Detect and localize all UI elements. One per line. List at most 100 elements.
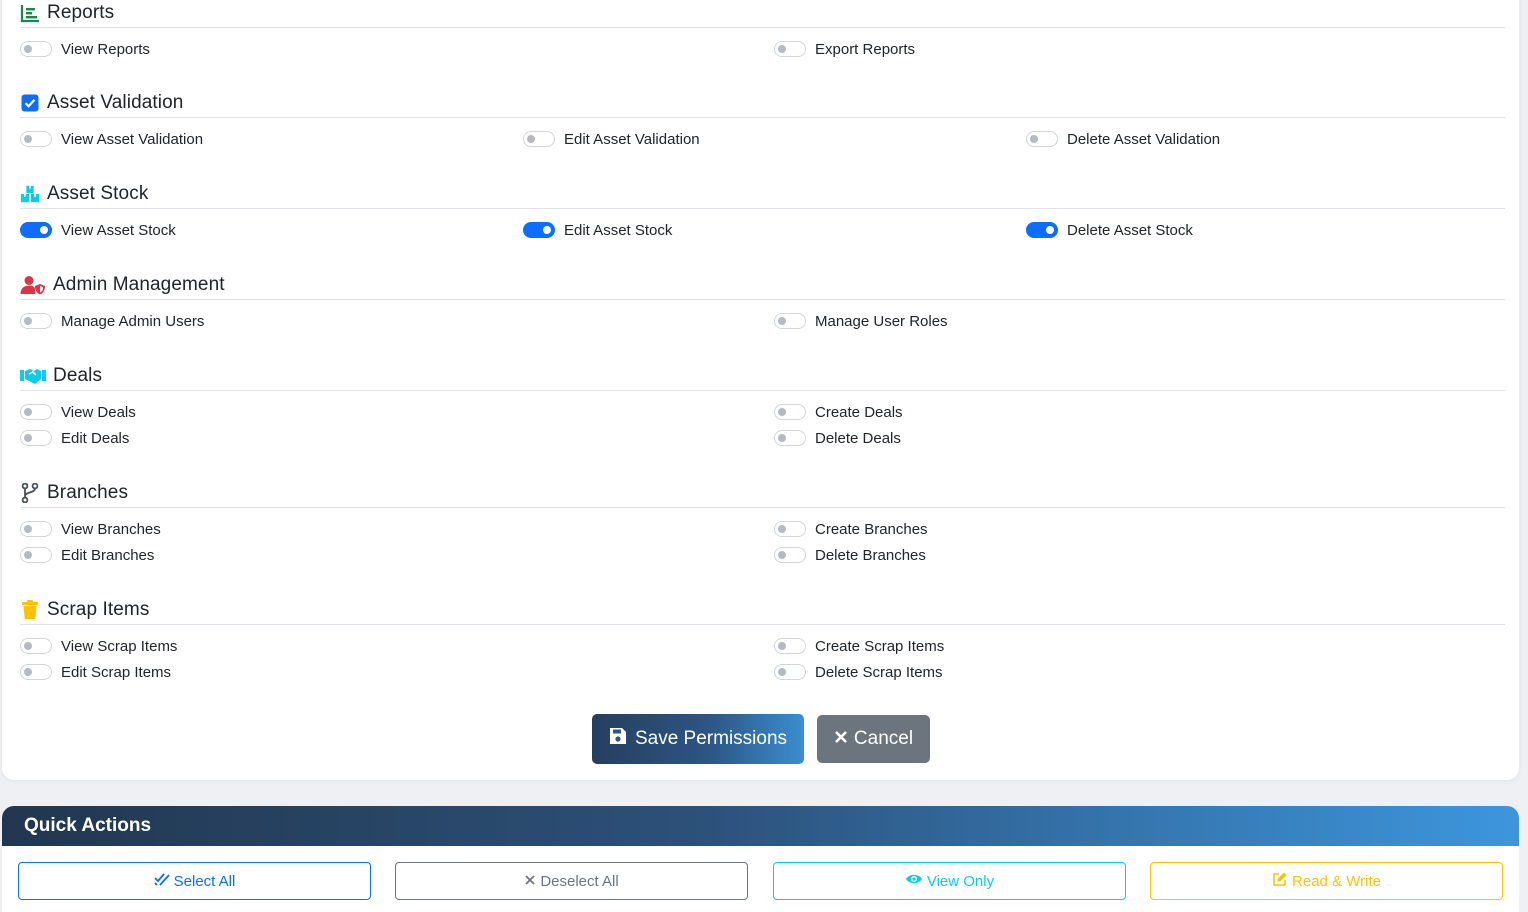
check-double-icon xyxy=(154,872,170,890)
toggle-switch[interactable] xyxy=(20,131,52,147)
cancel-button[interactable]: Cancel xyxy=(817,715,930,763)
toggle-delete-deals[interactable]: Delete Deals xyxy=(774,425,901,451)
permission-label: View Asset Validation xyxy=(61,130,204,148)
toggle-switch[interactable] xyxy=(1026,131,1058,147)
permission-label: Edit Asset Validation xyxy=(564,130,700,148)
permission-label: Delete Asset Validation xyxy=(1067,130,1221,148)
section-asset-stock: Asset Stock View Asset Stock Edit Asset … xyxy=(20,179,1505,243)
toggle-switch[interactable] xyxy=(774,547,806,563)
toggle-switch[interactable] xyxy=(774,430,806,446)
section-asset-validation: Asset Validation View Asset Validation E… xyxy=(20,88,1505,152)
deselect-all-button[interactable]: Deselect All xyxy=(395,862,748,900)
toggle-export-reports[interactable]: Export Reports xyxy=(774,36,915,62)
permission-label: Edit Asset Stock xyxy=(564,221,673,239)
toggle-switch[interactable] xyxy=(20,404,52,420)
toggle-edit-scrap-items[interactable]: Edit Scrap Items xyxy=(20,659,171,685)
toggle-create-deals[interactable]: Create Deals xyxy=(774,399,903,425)
toggle-view-asset-stock[interactable]: View Asset Stock xyxy=(20,217,176,243)
permission-label: Edit Branches xyxy=(61,546,155,564)
toggle-edit-asset-stock[interactable]: Edit Asset Stock xyxy=(523,217,672,243)
toggle-view-scrap-items[interactable]: View Scrap Items xyxy=(20,633,177,659)
view-only-button[interactable]: View Only xyxy=(773,862,1126,900)
section-title: Branches xyxy=(47,481,129,503)
permission-label: Create Branches xyxy=(815,520,928,538)
section-header: Reports xyxy=(20,0,1505,28)
toggle-view-reports[interactable]: View Reports xyxy=(20,36,150,62)
toggle-delete-asset-stock[interactable]: Delete Asset Stock xyxy=(1026,217,1193,243)
toggle-switch[interactable] xyxy=(774,664,806,680)
boxes-icon xyxy=(20,184,40,204)
toggle-view-deals[interactable]: View Deals xyxy=(20,399,136,425)
toggle-switch[interactable] xyxy=(20,222,52,238)
permission-label: Edit Scrap Items xyxy=(61,663,172,681)
toggle-switch[interactable] xyxy=(523,222,555,238)
read-write-button[interactable]: Read & Write xyxy=(1150,862,1503,900)
section-reports: Reports View Reports Export Reports xyxy=(20,0,1505,62)
toggle-switch[interactable] xyxy=(20,521,52,537)
permission-label: Create Deals xyxy=(815,403,903,421)
permission-label: Edit Deals xyxy=(61,429,130,447)
permission-label: Delete Branches xyxy=(815,546,926,564)
select-all-label: Select All xyxy=(173,872,236,890)
quick-actions-card: Quick Actions Select All Deselect All Vi… xyxy=(2,806,1519,912)
toggle-manage-user-roles[interactable]: Manage User Roles xyxy=(774,308,948,334)
toggle-switch[interactable] xyxy=(774,521,806,537)
check-square-icon xyxy=(20,93,40,113)
toggle-manage-admin-users[interactable]: Manage Admin Users xyxy=(20,308,204,334)
edit-icon xyxy=(1272,871,1288,891)
toggle-view-asset-validation[interactable]: View Asset Validation xyxy=(20,126,203,152)
toggle-switch[interactable] xyxy=(774,313,806,329)
toggle-switch[interactable] xyxy=(774,41,806,57)
toggle-delete-scrap-items[interactable]: Delete Scrap Items xyxy=(774,659,943,685)
permission-label: Delete Scrap Items xyxy=(815,663,943,681)
save-label: Save Permissions xyxy=(634,728,788,749)
toggle-switch[interactable] xyxy=(20,547,52,563)
section-title: Admin Management xyxy=(53,273,225,295)
permission-label: Delete Deals xyxy=(815,429,901,447)
toggle-switch[interactable] xyxy=(20,430,52,446)
save-permissions-button[interactable]: Save Permissions xyxy=(592,714,804,764)
section-header: Asset Stock xyxy=(20,179,1505,209)
permission-label: Export Reports xyxy=(815,40,916,58)
select-all-button[interactable]: Select All xyxy=(18,862,371,900)
toggle-switch[interactable] xyxy=(774,404,806,420)
toggle-switch[interactable] xyxy=(20,664,52,680)
trash-icon xyxy=(20,599,40,620)
quick-actions-header: Quick Actions xyxy=(2,806,1519,846)
toggle-edit-branches[interactable]: Edit Branches xyxy=(20,542,154,568)
permission-label: View Deals xyxy=(61,403,136,421)
code-branch-icon xyxy=(20,482,40,503)
toggle-delete-branches[interactable]: Delete Branches xyxy=(774,542,926,568)
section-header: Asset Validation xyxy=(20,88,1505,118)
read-write-label: Read & Write xyxy=(1292,872,1381,890)
permission-label: Manage User Roles xyxy=(815,312,948,330)
toggle-edit-asset-validation[interactable]: Edit Asset Validation xyxy=(523,126,700,152)
deselect-all-label: Deselect All xyxy=(540,872,619,890)
toggle-switch[interactable] xyxy=(20,313,52,329)
toggle-switch[interactable] xyxy=(1026,222,1058,238)
toggle-delete-asset-validation[interactable]: Delete Asset Validation xyxy=(1026,126,1220,152)
permission-label: View Reports xyxy=(61,40,150,58)
section-header: Branches xyxy=(20,478,1505,508)
eye-icon xyxy=(905,872,923,890)
handshake-icon xyxy=(20,366,46,386)
toggle-view-branches[interactable]: View Branches xyxy=(20,516,161,542)
permission-label: View Scrap Items xyxy=(61,637,178,655)
toggle-switch[interactable] xyxy=(20,638,52,654)
section-deals: Deals View Deals Create Deals Edit Deals… xyxy=(20,361,1505,451)
section-title: Deals xyxy=(53,364,103,386)
permissions-card: Reports View Reports Export Reports Asse… xyxy=(2,0,1519,780)
toggle-switch[interactable] xyxy=(774,638,806,654)
permission-label: Create Scrap Items xyxy=(815,637,945,655)
toggle-create-scrap-items[interactable]: Create Scrap Items xyxy=(774,633,944,659)
section-title: Scrap Items xyxy=(47,598,150,620)
section-scrap-items: Scrap Items View Scrap Items Create Scra… xyxy=(20,595,1505,685)
toggle-create-branches[interactable]: Create Branches xyxy=(774,516,928,542)
toggle-switch[interactable] xyxy=(20,41,52,57)
toggle-edit-deals[interactable]: Edit Deals xyxy=(20,425,129,451)
save-icon xyxy=(609,727,627,751)
toggle-switch[interactable] xyxy=(523,131,555,147)
permission-label: View Branches xyxy=(61,520,161,538)
permission-label: Delete Asset Stock xyxy=(1067,221,1193,239)
section-header: Scrap Items xyxy=(20,595,1505,625)
